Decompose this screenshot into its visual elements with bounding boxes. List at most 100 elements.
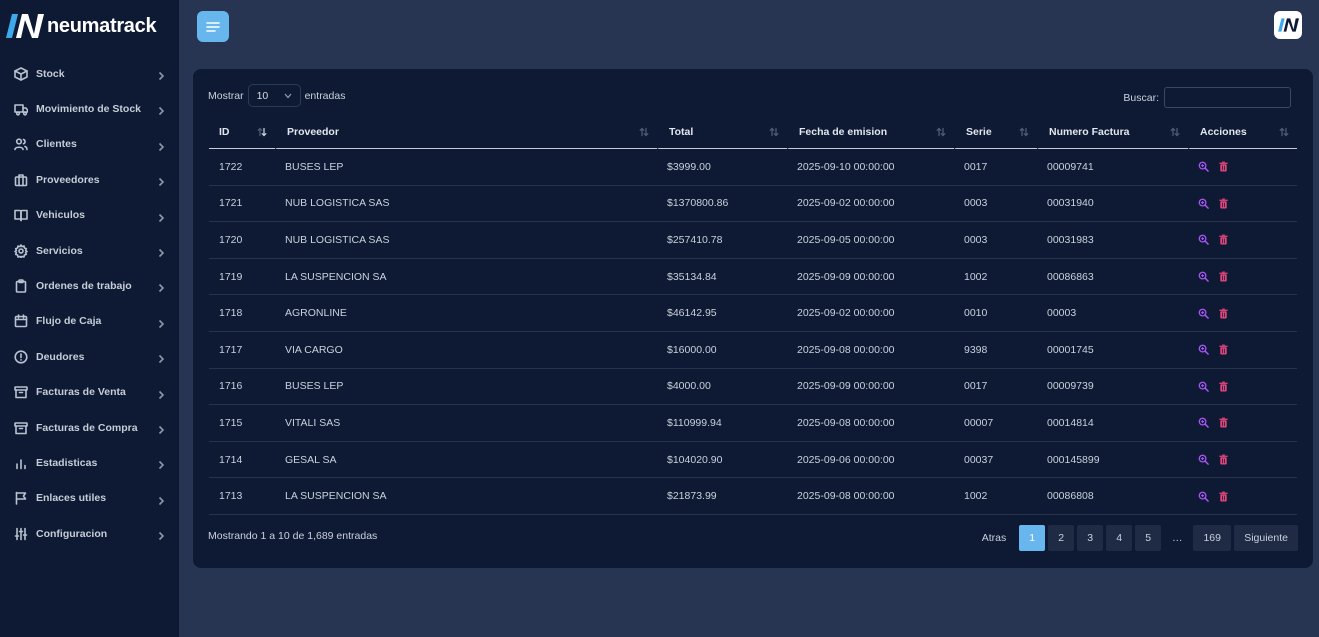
neumatrack-logo-icon — [1278, 18, 1299, 32]
column-header-id[interactable]: ID — [209, 115, 275, 149]
table-row: 1713 LA SUSPENCION SA $21873.99 2025-09-08 … — [209, 478, 1297, 515]
delete-trash-icon[interactable] — [1218, 454, 1229, 465]
sidebar-item-label: Facturas de Compra — [36, 421, 138, 434]
view-zoom-icon[interactable] — [1198, 308, 1209, 319]
view-zoom-icon[interactable] — [1198, 491, 1209, 502]
column-header-total[interactable]: Total — [657, 115, 787, 149]
sidebar-item-facturas-de-compra[interactable]: Facturas de Compra — [0, 410, 179, 445]
delete-trash-icon[interactable] — [1218, 491, 1229, 502]
table-cell: 0017 — [954, 149, 1037, 186]
sidebar-item-servicios[interactable]: Servicios — [0, 233, 179, 268]
previous-page-button[interactable]: Atras — [974, 525, 1015, 551]
column-header-numero-factura[interactable]: Numero Factura — [1037, 115, 1188, 149]
column-header-fecha-de-emision[interactable]: Fecha de emision — [787, 115, 954, 149]
page-button-2[interactable]: 2 — [1048, 525, 1075, 551]
sidebar-item-facturas-de-venta[interactable]: Facturas de Venta — [0, 375, 179, 410]
column-header-proveedor[interactable]: Proveedor — [275, 115, 657, 149]
page-length-value: 10 — [256, 89, 269, 102]
chevron-right-icon — [156, 351, 166, 364]
column-header-label: Proveedor — [287, 125, 339, 138]
table-row: 1721 NUB LOGISTICA SAS $1370800.86 2025-09-… — [209, 186, 1297, 223]
user-avatar[interactable] — [1274, 11, 1302, 39]
chevron-right-icon — [156, 528, 166, 541]
view-zoom-icon[interactable] — [1198, 234, 1209, 246]
table-row: 1720 NUB LOGISTICA SAS $257410.78 2025-09-0… — [209, 222, 1297, 259]
sidebar-item-proveedores[interactable]: Proveedores — [0, 162, 179, 197]
pagination: Atras 1 2 3 4 5 … 169 Siguiente — [971, 525, 1298, 551]
table-cell-actions — [1188, 442, 1297, 479]
sidebar-item-ordenes-de-trabajo[interactable]: Ordenes de trabajo — [0, 268, 179, 303]
table-cell: $257410.78 — [657, 222, 787, 259]
delete-trash-icon[interactable] — [1218, 417, 1229, 428]
delete-trash-icon[interactable] — [1218, 308, 1229, 319]
table-cell: 0003 — [954, 222, 1037, 259]
sidebar-item-configuracion[interactable]: Configuracion — [0, 516, 179, 551]
next-page-button[interactable]: Siguiente — [1234, 525, 1298, 551]
table-cell: 0010 — [954, 295, 1037, 332]
chevron-right-icon — [156, 457, 166, 470]
table-cell: 1002 — [954, 478, 1037, 515]
flag-icon — [13, 491, 28, 506]
table-cell-actions — [1188, 478, 1297, 515]
chevron-right-icon — [156, 280, 166, 293]
sort-icon — [1279, 127, 1289, 137]
sidebar-item-deudores[interactable]: Deudores — [0, 339, 179, 374]
table-row: 1714 GESAL SA $104020.90 2025-09-06 00:00:0… — [209, 442, 1297, 479]
table-cell: NUB LOGISTICA SAS — [275, 222, 657, 259]
view-zoom-icon[interactable] — [1198, 344, 1209, 356]
view-zoom-icon[interactable] — [1198, 198, 1209, 209]
page-button-3[interactable]: 3 — [1077, 525, 1104, 551]
menu-toggle-button[interactable] — [197, 11, 229, 42]
sidebar-item-flujo-de-caja[interactable]: Flujo de Caja — [0, 304, 179, 339]
column-header-acciones[interactable]: Acciones — [1188, 115, 1297, 149]
page-button-last[interactable]: 169 — [1193, 525, 1232, 551]
archive-icon — [13, 385, 28, 400]
sidebar-item-label: Deudores — [36, 350, 85, 363]
sidebar-item-estadisticas[interactable]: Estadisticas — [0, 445, 179, 480]
chevron-right-icon — [156, 210, 166, 222]
delete-trash-icon[interactable] — [1218, 271, 1229, 282]
sidebar-item-stock[interactable]: Stock — [0, 56, 179, 91]
table-cell: $1370800.86 — [657, 186, 787, 223]
sidebar: neumatrack Stock Movimiento de Stock Clien… — [0, 0, 179, 637]
view-zoom-icon[interactable] — [1198, 417, 1209, 429]
table-cell: 00031940 — [1037, 186, 1188, 223]
column-header-serie[interactable]: Serie — [954, 115, 1037, 149]
page-button-5[interactable]: 5 — [1135, 525, 1162, 551]
table-row: 1718 AGRONLINE $46142.95 2025-09-02 00:00:0… — [209, 295, 1297, 332]
table-cell: BUSES LEP — [275, 149, 657, 186]
sidebar-item-enlaces-utiles[interactable]: Enlaces utiles — [0, 481, 179, 516]
table-cell: 1717 — [209, 332, 275, 369]
delete-trash-icon[interactable] — [1218, 198, 1229, 209]
delete-trash-icon[interactable] — [1218, 234, 1229, 246]
table-cell-actions — [1188, 222, 1297, 259]
sidebar-item-label: Estadisticas — [36, 456, 98, 469]
brand-logo[interactable]: neumatrack — [4, 12, 157, 40]
view-zoom-icon[interactable] — [1198, 161, 1209, 173]
view-zoom-icon[interactable] — [1198, 381, 1209, 392]
view-zoom-icon[interactable] — [1198, 454, 1209, 465]
table-cell: 0003 — [954, 186, 1037, 223]
delete-trash-icon[interactable] — [1218, 344, 1229, 355]
sidebar-item-label: Facturas de Venta — [36, 386, 126, 399]
search-input[interactable] — [1164, 87, 1291, 108]
page-button-1[interactable]: 1 — [1019, 525, 1046, 551]
table-cell: 00007 — [954, 405, 1037, 442]
table-cell: 00009741 — [1037, 149, 1188, 186]
invoices-table: ID Proveedor Total Fecha de emision Serie Num… — [209, 115, 1297, 515]
chevron-right-icon — [156, 422, 166, 434]
table-cell: $21873.99 — [657, 478, 787, 515]
page-length-select[interactable]: 10 — [247, 84, 301, 107]
view-zoom-icon[interactable] — [1198, 271, 1209, 282]
sidebar-item-clientes[interactable]: Clientes — [0, 127, 179, 162]
sidebar-item-movimiento-de-stock[interactable]: Movimiento de Stock — [0, 91, 179, 126]
sidebar-item-vehiculos[interactable]: Vehiculos — [0, 198, 179, 233]
delete-trash-icon[interactable] — [1218, 381, 1229, 392]
page-button-4[interactable]: 4 — [1106, 525, 1133, 551]
delete-trash-icon[interactable] — [1218, 161, 1229, 172]
table-cell: 1714 — [209, 442, 275, 479]
table-cell: 2025-09-02 00:00:00 — [787, 186, 954, 223]
table-cell: 000145899 — [1037, 442, 1188, 479]
users-icon — [13, 137, 28, 152]
table-cell: 2025-09-09 00:00:00 — [787, 259, 954, 296]
